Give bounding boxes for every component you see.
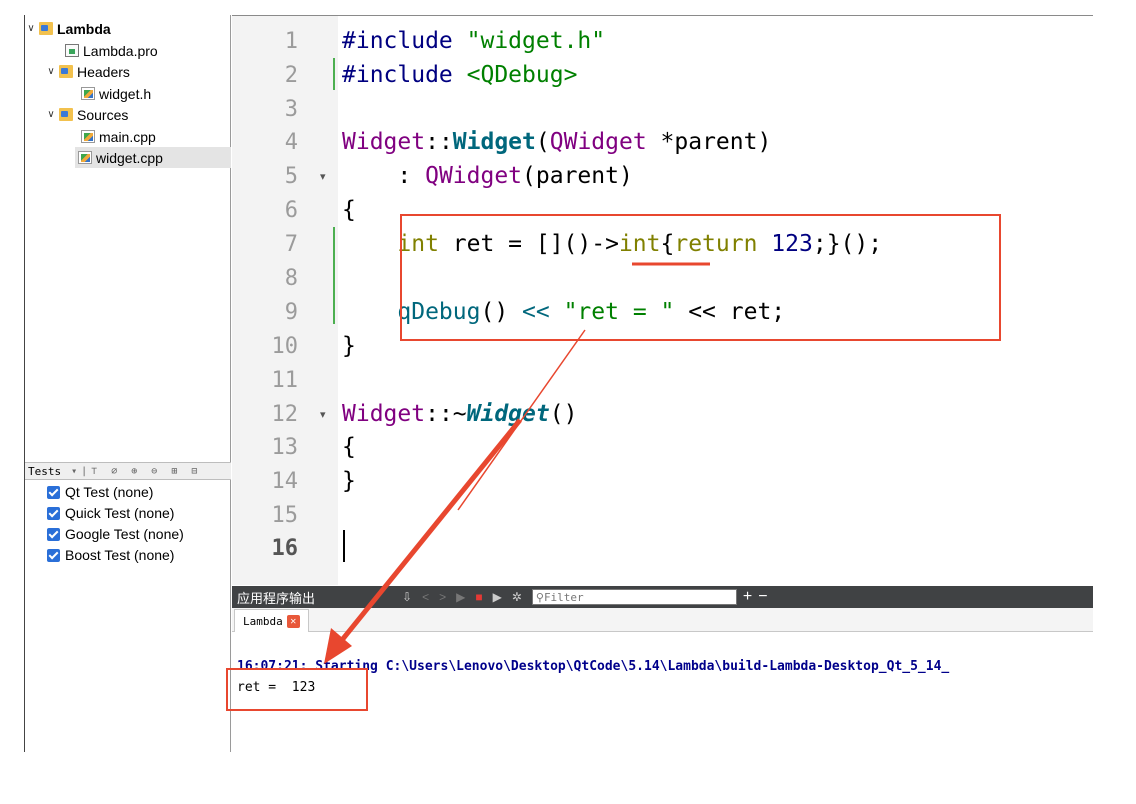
arrow-shaft xyxy=(340,418,522,642)
annotation-layer xyxy=(324,262,710,664)
thin-arrow-line xyxy=(457,329,586,511)
